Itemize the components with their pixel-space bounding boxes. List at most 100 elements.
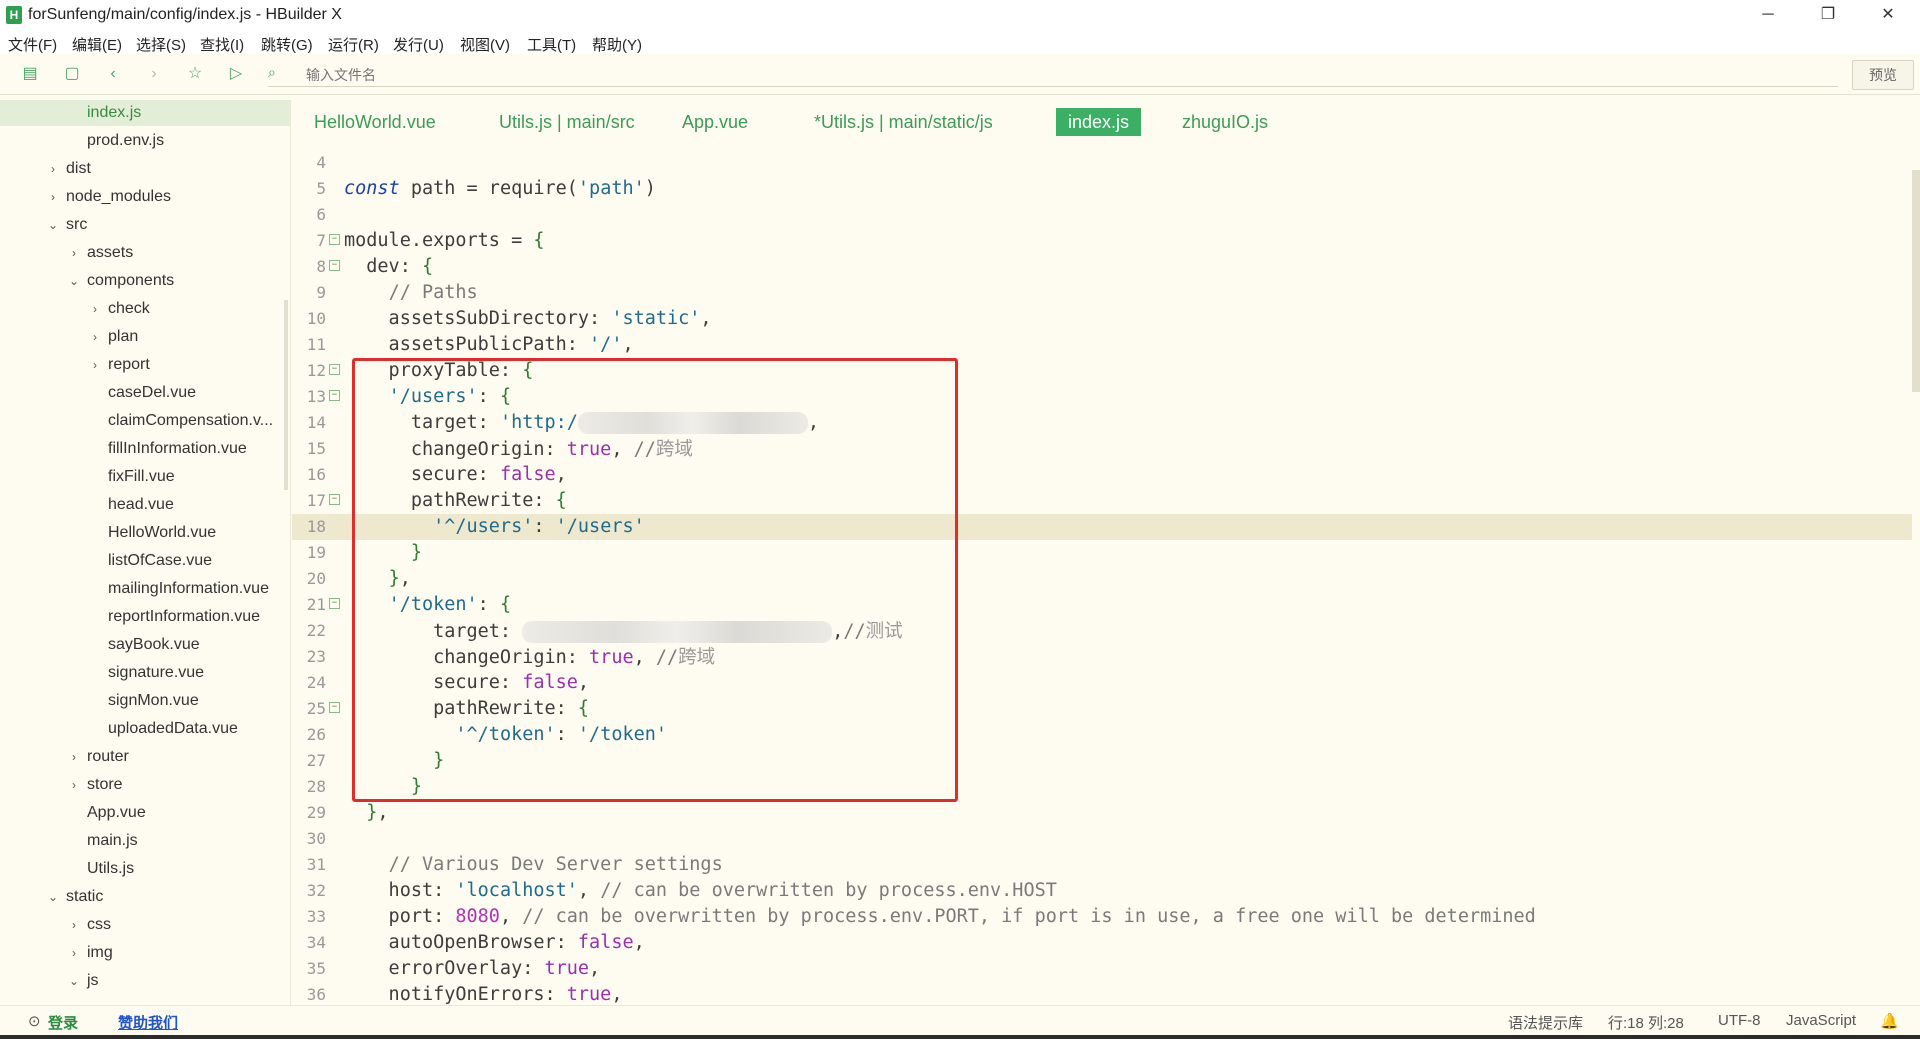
tree-item[interactable]: prod.env.js (0, 128, 290, 154)
tree-item[interactable]: HelloWorld.vue (0, 520, 290, 546)
fold-toggle-icon[interactable]: − (329, 702, 340, 713)
code-line[interactable]: 7− module.exports = { (292, 228, 1912, 254)
code-line[interactable]: 10 assetsSubDirectory: 'static', (292, 306, 1912, 332)
code-line[interactable]: 34 autoOpenBrowser: false, (292, 930, 1912, 956)
tree-item[interactable]: Utils.js (0, 856, 290, 882)
chevron-right-icon[interactable]: › (46, 184, 60, 210)
tree-item[interactable]: claimCompensation.v... (0, 408, 290, 434)
tree-item[interactable]: App.vue (0, 800, 290, 826)
tab[interactable]: *Utils.js | main/static/js (802, 108, 1005, 136)
chevron-right-icon[interactable]: › (67, 240, 81, 266)
chevron-right-icon[interactable]: › (46, 156, 60, 182)
tree-item[interactable]: head.vue (0, 492, 290, 518)
fold-toggle-icon[interactable]: − (329, 390, 340, 401)
menu-select[interactable]: 选择(S) (136, 34, 186, 55)
menu-publish[interactable]: 发行(U) (393, 34, 444, 55)
language-mode[interactable]: JavaScript (1786, 1012, 1856, 1029)
tree-item[interactable]: › plan (0, 324, 290, 350)
tree-item[interactable]: ⌄ src (0, 212, 290, 238)
tab[interactable]: zhuguIO.js (1170, 108, 1280, 136)
tree-item[interactable]: uploadedData.vue (0, 716, 290, 742)
tree-item[interactable]: caseDel.vue (0, 380, 290, 406)
editor-scrollbar[interactable] (1912, 170, 1920, 392)
fold-toggle-icon[interactable]: − (329, 364, 340, 375)
syntax-library[interactable]: 语法提示库 (1508, 1012, 1583, 1033)
save-icon[interactable]: ▢ (62, 64, 82, 84)
tree-item[interactable]: › check (0, 296, 290, 322)
code-line[interactable]: 29 }, (292, 800, 1912, 826)
tree-item[interactable]: › node_modules (0, 184, 290, 210)
menu-file[interactable]: 文件(F) (8, 34, 57, 55)
login-link[interactable]: 登录 (48, 1012, 78, 1033)
chevron-right-icon[interactable]: › (67, 744, 81, 770)
chevron-down-icon[interactable]: ⌄ (46, 884, 60, 910)
close-button[interactable]: ✕ (1866, 2, 1910, 28)
tree-item[interactable]: › css (0, 912, 290, 938)
code-line[interactable]: 35 errorOverlay: true, (292, 956, 1912, 982)
code-line[interactable]: 5 const path = require('path') (292, 176, 1912, 202)
fold-toggle-icon[interactable]: − (329, 260, 340, 271)
tree-item[interactable]: signMon.vue (0, 688, 290, 714)
code-line[interactable]: 11 assetsPublicPath: '/', (292, 332, 1912, 358)
sponsor-link[interactable]: 赞助我们 (118, 1012, 178, 1033)
menu-help[interactable]: 帮助(Y) (592, 34, 642, 55)
menu-find[interactable]: 查找(I) (200, 34, 244, 55)
new-file-icon[interactable]: ▤ (20, 64, 40, 84)
chevron-right-icon[interactable]: › (67, 772, 81, 798)
minimize-button[interactable]: ─ (1746, 2, 1790, 28)
tree-item[interactable]: fixFill.vue (0, 464, 290, 490)
tree-item[interactable]: index.js (0, 100, 290, 126)
tree-item[interactable]: › report (0, 352, 290, 378)
tree-item[interactable]: fillInInformation.vue (0, 436, 290, 462)
restore-button[interactable]: ❐ (1806, 2, 1850, 28)
code-line[interactable]: 8− dev: { (292, 254, 1912, 280)
fold-toggle-icon[interactable]: − (329, 598, 340, 609)
chevron-right-icon[interactable]: › (88, 296, 102, 322)
chevron-right-icon[interactable]: › (88, 352, 102, 378)
tree-item[interactable]: › img (0, 940, 290, 966)
fold-toggle-icon[interactable]: − (329, 494, 340, 505)
menu-run[interactable]: 运行(R) (328, 34, 379, 55)
tree-item[interactable]: › router (0, 744, 290, 770)
run-icon[interactable]: ▷ (226, 64, 246, 84)
chevron-right-icon[interactable]: › (67, 940, 81, 966)
menu-tools[interactable]: 工具(T) (527, 34, 576, 55)
tree-item[interactable]: ⌄ components (0, 268, 290, 294)
file-search-input[interactable] (304, 64, 1808, 86)
code-line[interactable]: 36 notifyOnErrors: true, (292, 982, 1912, 1005)
back-arrow-icon[interactable]: ‹ (103, 64, 123, 84)
preview-button[interactable]: 预览 (1852, 60, 1914, 90)
chevron-down-icon[interactable]: ⌄ (46, 212, 60, 238)
star-icon[interactable]: ☆ (185, 64, 205, 84)
tree-item[interactable]: › store (0, 772, 290, 798)
tree-item[interactable]: signature.vue (0, 660, 290, 686)
chevron-right-icon[interactable]: › (67, 912, 81, 938)
tab[interactable]: index.js (1056, 108, 1142, 136)
tree-item[interactable]: sayBook.vue (0, 632, 290, 658)
chevron-down-icon[interactable]: ⌄ (67, 268, 81, 294)
tree-item[interactable]: ⌄ static (0, 884, 290, 910)
tree-item[interactable]: › assets (0, 240, 290, 266)
menu-goto[interactable]: 跳转(G) (261, 34, 313, 55)
tree-item[interactable]: mailingInformation.vue (0, 576, 290, 602)
code-line[interactable]: 4 (292, 150, 1912, 176)
forward-arrow-icon[interactable]: › (144, 64, 164, 84)
tree-item[interactable]: ⌄ js (0, 968, 290, 994)
code-line[interactable]: 30 (292, 826, 1912, 852)
tab[interactable]: HelloWorld.vue (302, 108, 448, 136)
fold-toggle-icon[interactable]: − (329, 234, 340, 245)
code-line[interactable]: 9 // Paths (292, 280, 1912, 306)
code-line[interactable]: 32 host: 'localhost', // can be overwrit… (292, 878, 1912, 904)
chevron-down-icon[interactable]: ⌄ (67, 968, 81, 994)
tab[interactable]: App.vue (670, 108, 760, 136)
code-line[interactable]: 33 port: 8080, // can be overwritten by … (292, 904, 1912, 930)
tree-item[interactable]: › dist (0, 156, 290, 182)
menu-edit[interactable]: 编辑(E) (72, 34, 122, 55)
cursor-position[interactable]: 行:18 列:28 (1608, 1012, 1684, 1033)
tree-item[interactable]: reportInformation.vue (0, 604, 290, 630)
tree-item[interactable]: main.js (0, 828, 290, 854)
code-line[interactable]: 6 (292, 202, 1912, 228)
tree-item[interactable]: listOfCase.vue (0, 548, 290, 574)
code-line[interactable]: 31 // Various Dev Server settings (292, 852, 1912, 878)
menu-view[interactable]: 视图(V) (460, 34, 510, 55)
